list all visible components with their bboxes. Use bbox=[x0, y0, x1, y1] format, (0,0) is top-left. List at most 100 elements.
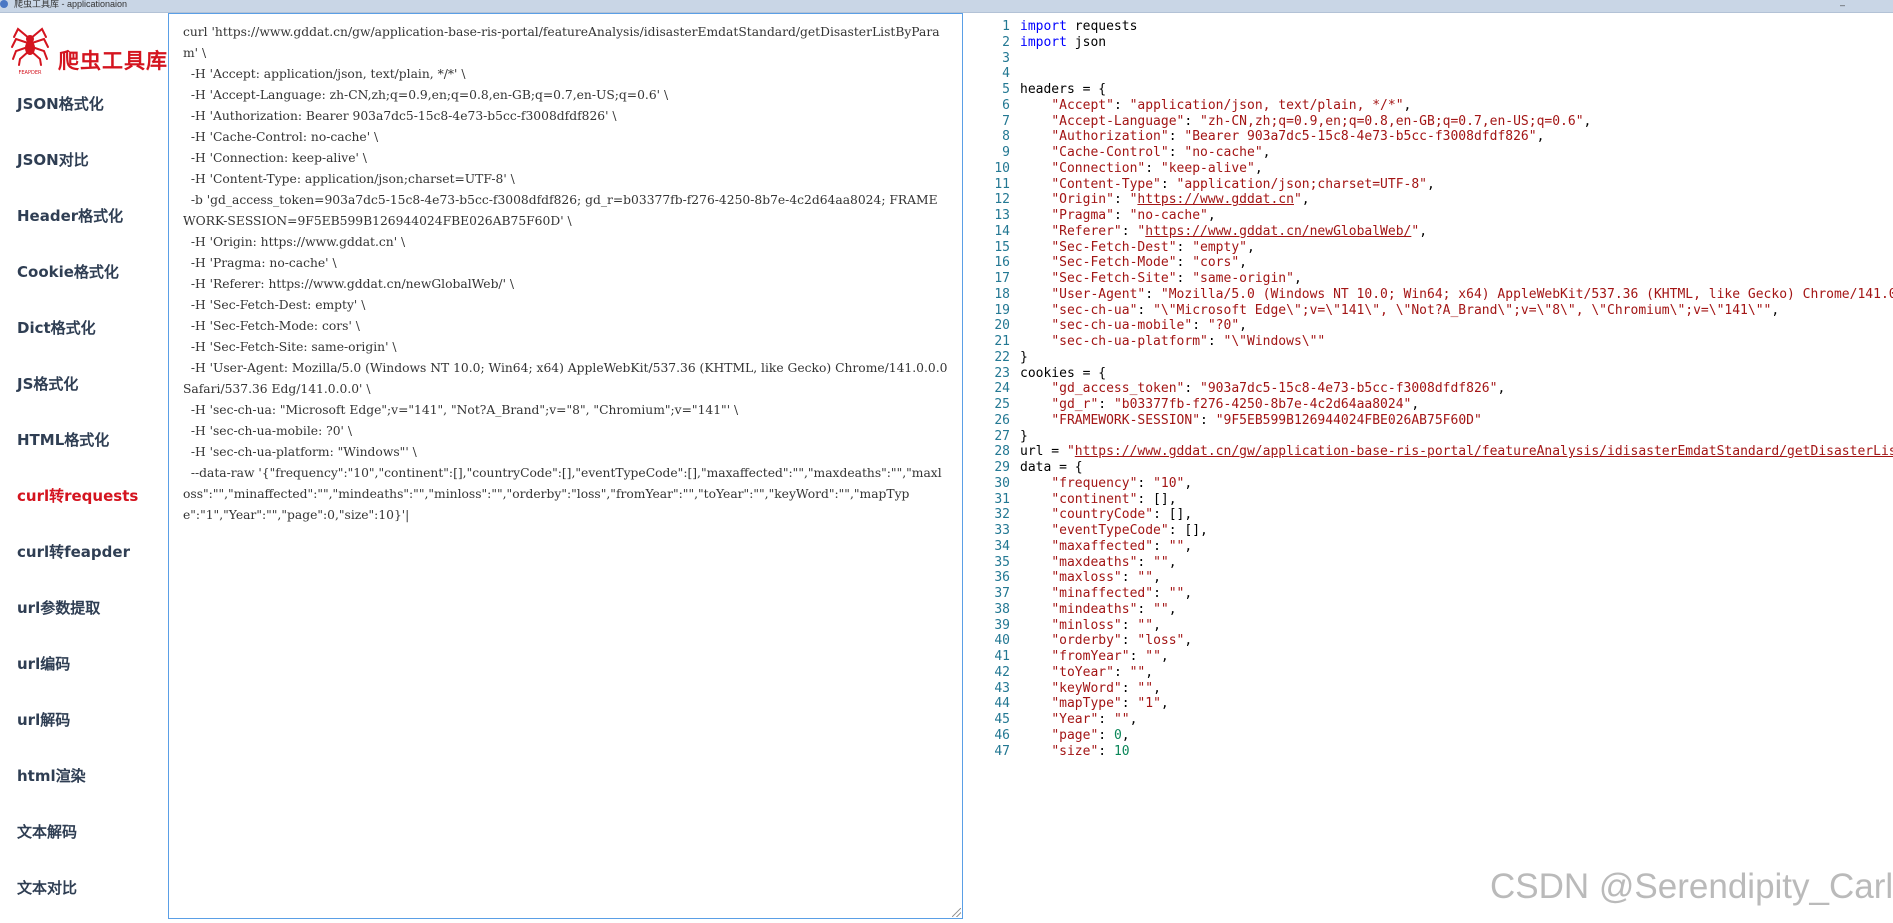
code-line: 47 "size": 10 bbox=[964, 742, 1893, 761]
code-token: : bbox=[1153, 586, 1169, 601]
code-token: "" bbox=[1137, 617, 1154, 633]
code-token: : bbox=[1153, 538, 1169, 554]
code-token: : [], bbox=[1137, 491, 1177, 507]
code-token: : bbox=[1121, 680, 1138, 696]
code-token: , bbox=[1536, 129, 1545, 145]
sidebar-item[interactable]: JSON对比 bbox=[0, 132, 168, 188]
code-link[interactable]: https://www.gddat.cn/gw/application-base… bbox=[1075, 444, 1893, 459]
code-token: , bbox=[1184, 475, 1193, 491]
sidebar-item[interactable]: Cookie格式化 bbox=[0, 244, 168, 300]
sidebar-item[interactable]: html渲染 bbox=[0, 748, 168, 804]
sidebar-item[interactable]: JS格式化 bbox=[0, 356, 168, 412]
code-link[interactable]: https://www.gddat.cn bbox=[1137, 192, 1294, 207]
code-token: , bbox=[1153, 680, 1161, 696]
sidebar-item[interactable]: 文本解码 bbox=[0, 804, 168, 860]
code-token: "no-cache" bbox=[1129, 208, 1208, 223]
code-token: , bbox=[1184, 633, 1193, 649]
resize-handle[interactable] bbox=[952, 908, 961, 917]
code-token: headers = { bbox=[1020, 82, 1107, 97]
code-token: "toYear" bbox=[1051, 664, 1114, 680]
code-token: : bbox=[1137, 475, 1154, 491]
app-icon bbox=[0, 0, 8, 8]
code-token: "Sec-Fetch-Dest" bbox=[1051, 239, 1177, 255]
code-token: , bbox=[1419, 223, 1428, 239]
code-token: "gd_r" bbox=[1051, 397, 1099, 412]
code-token: , bbox=[1184, 538, 1193, 554]
code-token: "maxloss" bbox=[1051, 570, 1122, 586]
code-token: "Connection" bbox=[1051, 160, 1146, 176]
sidebar-item[interactable]: JSON格式化 bbox=[0, 76, 168, 132]
code-token: : bbox=[1176, 239, 1193, 255]
requests-output-code[interactable]: 1 import requests 2 import json 3 4 5 headers =… bbox=[964, 13, 1893, 923]
code-token: json bbox=[1066, 34, 1107, 50]
code-token: : [], bbox=[1153, 507, 1193, 523]
code-token: "minloss" bbox=[1051, 617, 1122, 633]
code-token: , bbox=[1293, 271, 1302, 286]
sidebar-item[interactable]: url解码 bbox=[0, 692, 168, 748]
code-token: "loss" bbox=[1137, 633, 1185, 649]
code-link[interactable]: https://www.gddat.cn/newGlobalWeb/ bbox=[1145, 224, 1411, 239]
curl-input[interactable]: curl 'https://www.gddat.cn/gw/applicatio… bbox=[168, 13, 963, 919]
code-token: "mindeaths" bbox=[1051, 601, 1138, 617]
code-token: "903a7dc5-15c8-4e73-b5cc-f3008dfdf826" bbox=[1200, 381, 1498, 397]
sidebar-item[interactable]: Header格式化 bbox=[0, 188, 168, 244]
code-token: "Content-Type" bbox=[1051, 176, 1161, 192]
code-token: : bbox=[1168, 145, 1185, 160]
code-token: "Cache-Control" bbox=[1051, 145, 1169, 160]
sidebar-item[interactable]: url参数提取 bbox=[0, 580, 168, 636]
code-token: "maxaffected" bbox=[1051, 538, 1154, 554]
code-token: , bbox=[1427, 176, 1435, 192]
code-token: , bbox=[1207, 208, 1216, 223]
code-token: "Year" bbox=[1051, 712, 1099, 727]
sidebar-item[interactable]: HTML格式化 bbox=[0, 412, 168, 468]
code-token: : bbox=[1168, 129, 1185, 145]
code-token: "b03377fb-f276-4250-8b7e-4c2d64aa8024" bbox=[1113, 397, 1412, 412]
code-token: "no-cache" bbox=[1184, 145, 1263, 160]
code-token: : bbox=[1176, 271, 1193, 286]
code-token: , bbox=[1262, 145, 1271, 160]
code-token: : [], bbox=[1168, 523, 1208, 538]
code-token: , bbox=[1160, 649, 1169, 664]
code-token: , bbox=[1129, 712, 1138, 727]
code-token: : bbox=[1207, 334, 1224, 349]
code-token: : bbox=[1192, 318, 1208, 334]
logo: FEAPDER 爬虫工具库 bbox=[8, 25, 168, 79]
code-token: , bbox=[1497, 381, 1506, 397]
code-token: "empty" bbox=[1192, 239, 1247, 255]
code-token: "frequency" bbox=[1051, 475, 1138, 491]
code-token: "" bbox=[1153, 554, 1169, 570]
line-number: 47 bbox=[994, 743, 1010, 759]
curl-input-text[interactable]: curl 'https://www.gddat.cn/gw/applicatio… bbox=[169, 14, 962, 526]
code-token: : bbox=[1098, 727, 1114, 743]
code-token: , bbox=[1160, 696, 1169, 712]
code-token: , bbox=[1239, 255, 1247, 271]
sidebar-item[interactable]: 文本对比 bbox=[0, 860, 168, 916]
code-token: : bbox=[1160, 176, 1177, 192]
sidebar-item[interactable]: url编码 bbox=[0, 636, 168, 692]
code-token: "" bbox=[1153, 601, 1169, 617]
sidebar-item[interactable]: curl转requests bbox=[0, 468, 168, 524]
code-token: , bbox=[1153, 570, 1161, 586]
minimize-icon[interactable]: – bbox=[1840, 0, 1845, 10]
code-token: : bbox=[1129, 649, 1146, 664]
sidebar-item[interactable]: curl转feapder bbox=[0, 524, 168, 580]
sidebar-item[interactable]: Dict格式化 bbox=[0, 300, 168, 356]
code-token: url = bbox=[1020, 444, 1067, 460]
code-token: requests bbox=[1066, 19, 1138, 34]
code-token: , bbox=[1403, 97, 1412, 113]
